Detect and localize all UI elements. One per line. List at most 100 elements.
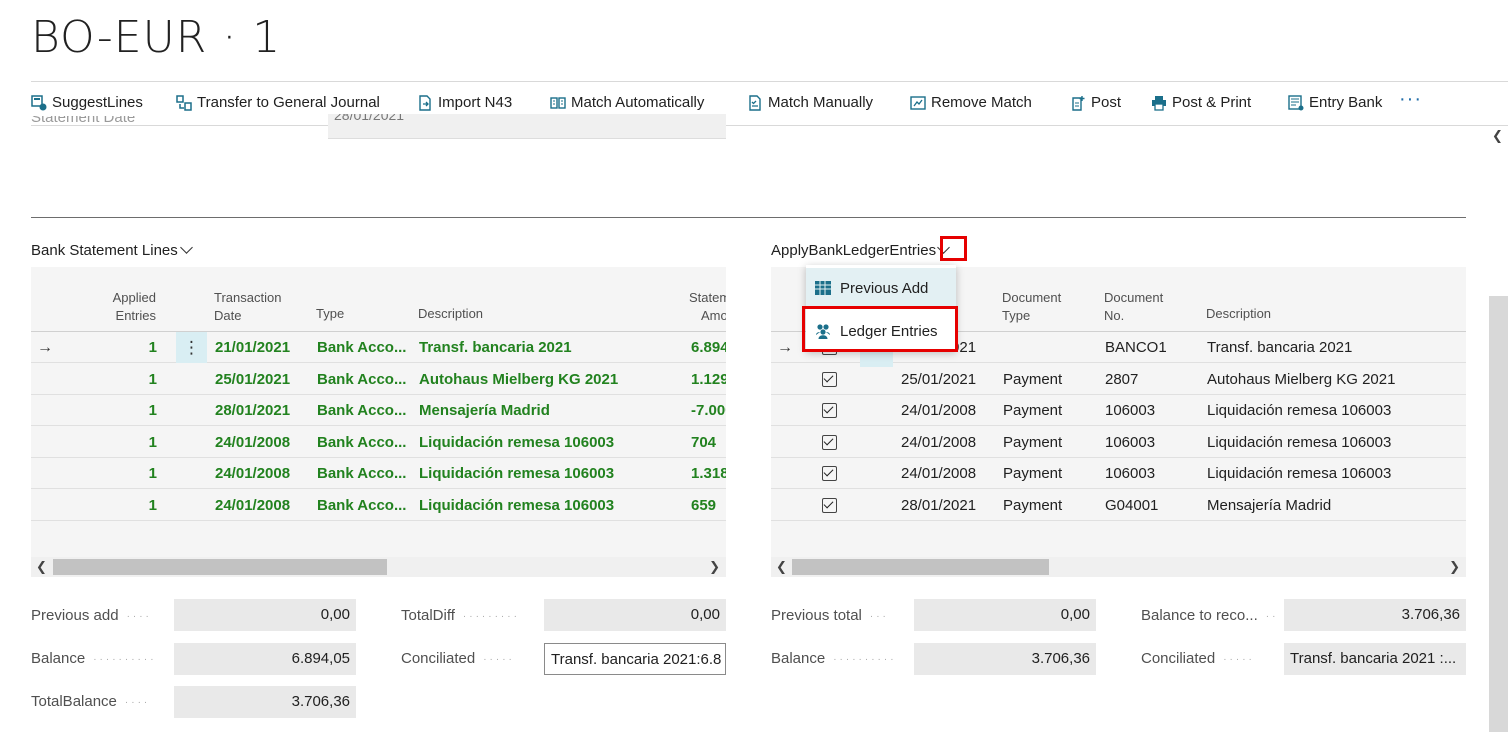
entry-bank-button[interactable]: Entry Bank	[1288, 94, 1382, 111]
transfer-journal-button[interactable]: Transfer to General Journal	[176, 94, 380, 111]
col-description[interactable]: Description	[1206, 305, 1271, 323]
suggest-lines-icon	[31, 94, 47, 111]
select-checkbox[interactable]	[822, 497, 837, 513]
document-no-cell: 106003	[1105, 465, 1156, 482]
posting-date-cell: 24/01/2008	[901, 402, 977, 419]
scroll-thumb[interactable]	[792, 559, 1049, 575]
applied-entries-cell[interactable]: 1	[91, 490, 157, 521]
document-type-cell: Payment	[1003, 370, 1063, 388]
col-statement-amount[interactable]: Statem Amo	[671, 289, 726, 325]
document-type-cell: Payment	[1003, 465, 1063, 482]
col-transaction-date[interactable]: Transaction Date	[214, 289, 281, 325]
table-row[interactable]: 1 25/01/2021 Bank Acco... Autohaus Mielberg…	[31, 364, 726, 395]
right-horizontal-scrollbar[interactable]: ❮ ❯	[771, 557, 1466, 577]
table-row[interactable]: 1 24/01/2008 Bank Acco... Liquidación remes…	[31, 427, 726, 458]
transaction-date-cell: 24/01/2008	[215, 433, 291, 451]
transaction-date-cell: 24/01/2008	[215, 465, 291, 482]
suggest-lines-button[interactable]: SuggestLines	[31, 94, 143, 111]
select-checkbox[interactable]	[822, 403, 837, 418]
statement-date-field[interactable]: 28/01/2021	[328, 114, 726, 139]
applied-entries-cell[interactable]: 1	[91, 458, 157, 489]
col-document-no[interactable]: Document No.	[1104, 289, 1163, 325]
chevron-right-icon[interactable]: ❯	[709, 557, 720, 577]
document-type-cell: Payment	[1003, 496, 1063, 514]
type-cell: Bank Acco...	[317, 496, 407, 514]
table-row[interactable]: 24/01/2008 Payment 106003 Liquidación remes…	[771, 395, 1466, 426]
totaldiff-label: TotalDiff ·········	[401, 607, 520, 624]
select-checkbox[interactable]	[822, 371, 837, 387]
balance-value: 6.894,05	[174, 643, 356, 675]
table-row[interactable]: 28/01/2021 Payment G04001 Mensajería Madrid	[771, 490, 1466, 521]
row-actions-button[interactable]: ⋮	[176, 332, 207, 363]
col-type[interactable]: Type	[316, 305, 344, 323]
posting-date-cell: 24/01/2008	[901, 465, 977, 482]
col-applied-entries[interactable]: Applied Entries	[91, 289, 156, 325]
import-file-icon	[417, 94, 433, 111]
col-description[interactable]: Description	[418, 305, 483, 323]
applied-entries-cell[interactable]: 1	[91, 395, 157, 426]
menu-item-previous-add[interactable]: Previous Add	[806, 268, 956, 308]
table-row[interactable]: 24/01/2008 Payment 106003 Liquidación remes…	[771, 427, 1466, 458]
grid-icon	[814, 279, 832, 297]
type-cell: Bank Acco...	[317, 402, 407, 419]
chevron-right-icon[interactable]: ❯	[1449, 557, 1460, 577]
match-auto-icon	[550, 95, 566, 111]
balance-to-reconcile-value: 3.706,36	[1284, 599, 1466, 631]
bank-statement-lines-header[interactable]: Bank Statement Lines	[31, 241, 193, 259]
match-manually-button[interactable]: Match Manually	[747, 94, 873, 111]
import-n43-button[interactable]: Import N43	[417, 94, 512, 111]
table-row[interactable]: 1 24/01/2008 Bank Acco... Liquidación remes…	[31, 458, 726, 489]
select-checkbox[interactable]	[822, 466, 837, 481]
amount-cell: 1.318	[691, 465, 726, 482]
applied-entries-cell[interactable]: 1	[91, 427, 157, 458]
vertical-dots-icon: ⋮	[183, 338, 200, 357]
balance-label: Balance ··········	[771, 650, 897, 667]
remove-match-button[interactable]: Remove Match	[910, 94, 1032, 111]
type-cell: Bank Acco...	[317, 370, 407, 388]
action-bar: SuggestLines Transfer to General Journal…	[31, 81, 1508, 126]
table-row[interactable]: 1 24/01/2008 Bank Acco... Liquidación remes…	[31, 490, 726, 521]
remove-match-icon	[910, 95, 926, 111]
scroll-thumb[interactable]	[53, 559, 387, 575]
chevron-left-icon[interactable]: ❮	[776, 557, 787, 577]
conciliated-label: Conciliated ·····	[401, 650, 515, 667]
document-no-cell: 2807	[1105, 370, 1139, 388]
conciliated-field[interactable]: Transf. bancaria 2021:6.8	[544, 643, 726, 675]
highlight-box-chevron	[940, 236, 967, 261]
table-row[interactable]: 24/01/2008 Payment 106003 Liquidación remes…	[771, 458, 1466, 489]
post-button[interactable]: Post	[1070, 94, 1121, 111]
type-cell: Bank Acco...	[317, 339, 407, 356]
total-balance-value: 3.706,36	[174, 686, 356, 718]
transaction-date-cell: 25/01/2021	[215, 370, 291, 388]
highlight-box-ledger-entries	[802, 306, 958, 352]
apply-ledger-entries-header[interactable]: ApplyBankLedgerEntries	[771, 241, 950, 259]
chevron-down-icon	[179, 241, 193, 254]
post-print-button[interactable]: Post & Print	[1151, 94, 1251, 111]
amount-cell: -7.000	[691, 402, 726, 419]
description-cell: Liquidación remesa 106003	[419, 433, 615, 451]
posting-date-cell: 28/01/2021	[901, 496, 977, 514]
chevron-left-icon[interactable]: ❮	[36, 557, 47, 577]
document-no-cell: BANCO1	[1105, 339, 1167, 356]
description-cell: Mensajería Madrid	[1207, 496, 1332, 514]
chevron-up-icon[interactable]: ❮	[1492, 128, 1503, 144]
match-automatically-button[interactable]: Match Automatically	[550, 94, 704, 111]
page-scroll-thumb[interactable]	[1489, 296, 1508, 732]
applied-entries-cell[interactable]: 1	[91, 364, 157, 395]
table-row[interactable]: 1 28/01/2021 Bank Acco... Mensajería Madrid…	[31, 395, 726, 426]
table-row[interactable]: → ⋮ 1 21/01/2021 Bank Acco... Transf. bancari…	[31, 332, 726, 363]
left-horizontal-scrollbar[interactable]: ❮ ❯	[31, 557, 726, 577]
total-balance-label: TotalBalance ····	[31, 693, 151, 710]
more-actions-button[interactable]: ···	[1399, 88, 1422, 111]
previous-total-label: Previous total ···	[771, 607, 889, 624]
posting-date-cell: 24/01/2008	[901, 433, 977, 451]
table-row[interactable]: 25/01/2021 Payment 2807 Autohaus Mielberg K…	[771, 364, 1466, 395]
col-document-type[interactable]: Document Type	[1002, 289, 1061, 325]
previous-add-label: Previous add ····	[31, 607, 152, 624]
entry-bank-icon	[1288, 94, 1304, 111]
applied-entries-cell[interactable]: 1	[91, 332, 157, 363]
select-checkbox[interactable]	[822, 434, 837, 450]
description-cell: Autohaus Mielberg KG 2021	[419, 370, 619, 388]
transfer-journal-icon	[176, 94, 192, 111]
amount-cell: 659	[691, 496, 717, 514]
